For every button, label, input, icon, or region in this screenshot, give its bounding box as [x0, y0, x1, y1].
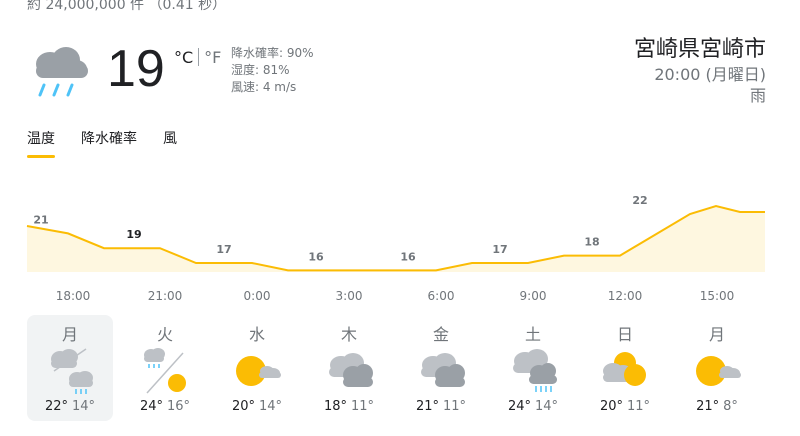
daily-forecast: 月 22° 14° 火 24° 16° 水 20° 14° 木 18° 11° 金 21° 11° 土 24° 1…: [27, 315, 763, 421]
day-name: 火: [156, 325, 173, 344]
time-axis-label: 0:00: [243, 289, 271, 303]
day-temperatures: 20° 14°: [211, 399, 303, 414]
location-name: 宮崎県宮崎市: [633, 37, 766, 62]
time-axis-label: 12:00: [607, 289, 643, 303]
day-name: 日: [616, 325, 633, 344]
day-temperatures: 20° 11°: [579, 399, 671, 414]
sun-cloud-icon: [696, 356, 741, 386]
wind-text: 風速: 4 m/s: [231, 80, 297, 94]
rain-icon: [51, 348, 93, 394]
temperature-chart: 21 19 17 16 16 17 18 22: [26, 194, 765, 272]
day-high-temp: 21°: [415, 399, 439, 414]
day-card[interactable]: 日 20° 11°: [579, 315, 671, 421]
tab-precipitation[interactable]: 降水確率: [81, 128, 137, 158]
unit-celsius-button[interactable]: °C: [174, 48, 193, 67]
day-temperatures: 21° 8°: [671, 399, 763, 414]
day-temperatures: 24° 14°: [487, 399, 579, 414]
weather-details: 降水確率: 90% 湿度: 81% 風速: 4 m/s: [231, 45, 314, 96]
unit-divider: [198, 48, 200, 66]
day-temperatures: 24° 16°: [119, 399, 211, 414]
day-low-temp: 11°: [351, 399, 375, 414]
day-high-temp: 18°: [323, 399, 347, 414]
location-condition: 雨: [749, 86, 766, 105]
cloud-rain-icon: [513, 349, 557, 392]
unit-switcher: °C °F: [174, 48, 221, 67]
day-card[interactable]: 土 24° 14°: [487, 315, 579, 421]
time-axis-label: 6:00: [427, 289, 455, 303]
day-high-temp: 24°: [139, 399, 163, 414]
day-high-temp: 22°: [44, 399, 68, 414]
temperature-value-label: 21: [33, 213, 48, 226]
day-high-temp: 21°: [696, 399, 720, 414]
day-low-temp: 16°: [167, 399, 191, 414]
day-low-temp: 11°: [443, 399, 467, 414]
day-name: 月: [708, 325, 725, 344]
day-name: 月: [61, 325, 78, 344]
day-temperatures: 21° 11°: [395, 399, 487, 414]
day-temperatures: 22° 14°: [27, 399, 113, 414]
day-name: 土: [524, 325, 541, 344]
humidity-text: 湿度: 81%: [231, 63, 290, 77]
time-axis-label: 15:00: [699, 289, 735, 303]
time-axis-label: 21:00: [147, 289, 183, 303]
day-high-temp: 24°: [507, 399, 531, 414]
chart-tabs: 温度 降水確率 風: [27, 128, 203, 158]
tab-wind[interactable]: 風: [163, 128, 177, 158]
day-low-temp: 14°: [259, 399, 283, 414]
day-high-temp: 20°: [231, 399, 255, 414]
temperature-value-label: 22: [632, 194, 647, 207]
day-low-temp: 14°: [535, 399, 559, 414]
current-temperature: 19: [107, 40, 165, 98]
location-panel: 宮崎県宮崎市 20:00 (月曜日) 雨: [634, 36, 766, 106]
day-name: 金: [432, 325, 449, 344]
time-axis: 18:00 21:00 0:00 3:00 6:00 9:00 12:00 15:00: [0, 289, 800, 305]
temperature-value-label: 17: [492, 243, 507, 256]
temperature-value-label: 17: [216, 243, 231, 256]
rain-then-sun-icon: [144, 348, 186, 394]
temperature-value-label: 18: [584, 236, 599, 249]
day-card[interactable]: 月 21° 8°: [671, 315, 763, 421]
cloudy-icon: [421, 353, 465, 387]
day-temperatures: 18° 11°: [303, 399, 395, 414]
temperature-value-label: 16: [308, 250, 324, 263]
day-card[interactable]: 木 18° 11°: [303, 315, 395, 421]
day-name: 木: [340, 325, 357, 344]
result-stats: 約 24,000,000 件 （0.41 秒）: [27, 0, 227, 13]
temperature-value-label: 16: [400, 250, 416, 263]
day-card[interactable]: 水 20° 14°: [211, 315, 303, 421]
unit-fahrenheit-button[interactable]: °F: [204, 48, 221, 67]
precipitation-text: 降水確率: 90%: [231, 46, 314, 60]
day-card[interactable]: 月 22° 14°: [27, 315, 113, 421]
time-axis-label: 9:00: [519, 289, 547, 303]
temperature-value-label: 19: [126, 228, 141, 241]
tab-temperature[interactable]: 温度: [27, 128, 55, 158]
time-axis-label: 18:00: [55, 289, 91, 303]
day-low-temp: 8°: [723, 399, 738, 414]
day-low-temp: 11°: [627, 399, 651, 414]
cloudy-icon: [329, 353, 373, 387]
cloud-sun-icon: [603, 352, 646, 386]
rain-icon: [36, 47, 88, 97]
sun-cloud-icon: [236, 356, 281, 386]
day-card[interactable]: 火 24° 16°: [119, 315, 211, 421]
day-name: 水: [248, 325, 265, 344]
day-low-temp: 14°: [72, 399, 96, 414]
day-card[interactable]: 金 21° 11°: [395, 315, 487, 421]
time-axis-label: 3:00: [335, 289, 363, 303]
day-high-temp: 20°: [599, 399, 623, 414]
location-time: 20:00 (月曜日): [654, 65, 766, 84]
